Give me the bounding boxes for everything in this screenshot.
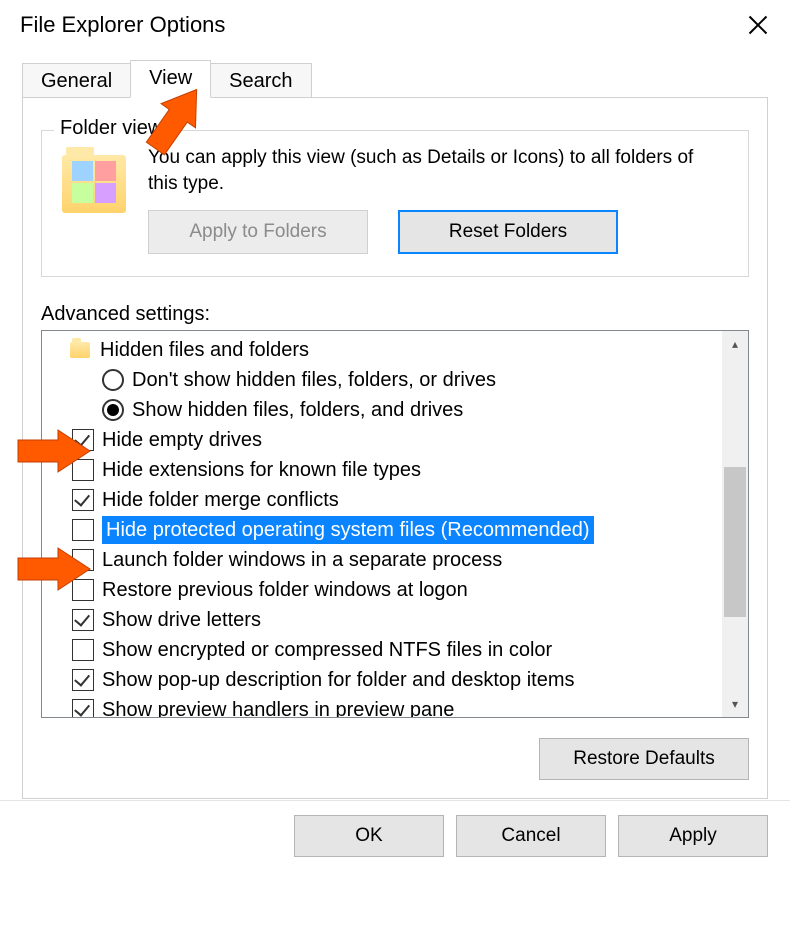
tree-item-label: Show pop-up description for folder and d…	[102, 666, 575, 694]
scroll-up-icon[interactable]: ▴	[722, 331, 748, 357]
tab-view[interactable]: View	[130, 60, 211, 98]
tree-item-label: Launch folder windows in a separate proc…	[102, 546, 502, 574]
tree-heading-hidden-files: Hidden files and folders	[42, 335, 722, 365]
apply-button[interactable]: Apply	[618, 815, 768, 857]
radio-dont-show-hidden[interactable]: Don't show hidden files, folders, or dri…	[42, 365, 722, 395]
tree-checkbox-item[interactable]: Hide empty drives	[42, 425, 722, 455]
scrollbar[interactable]: ▴ ▾	[722, 331, 748, 717]
tree-checkbox-item[interactable]: Show encrypted or compressed NTFS files …	[42, 635, 722, 665]
tree-item-label: Hide extensions for known file types	[102, 456, 421, 484]
tree-checkbox-item[interactable]: Hide extensions for known file types	[42, 455, 722, 485]
folder-icon	[70, 342, 90, 358]
tree-checkbox-item[interactable]: Show drive letters	[42, 605, 722, 635]
tree-checkbox-item[interactable]: Show pop-up description for folder and d…	[42, 665, 722, 695]
checkbox-icon	[72, 459, 94, 481]
tree-viewport: Hidden files and folders Don't show hidd…	[42, 331, 722, 717]
scroll-down-icon[interactable]: ▾	[722, 691, 748, 717]
tree-checkbox-item[interactable]: Restore previous folder windows at logon	[42, 575, 722, 605]
advanced-settings-tree[interactable]: Hidden files and folders Don't show hidd…	[41, 330, 749, 718]
tree-item-label: Hide empty drives	[102, 426, 262, 454]
tab-panel-view: Folder views You can apply this view (su…	[22, 97, 768, 799]
tree-checkbox-item[interactable]: Hide protected operating system files (R…	[42, 515, 722, 545]
close-icon[interactable]	[746, 13, 770, 37]
titlebar: File Explorer Options	[0, 0, 790, 58]
checkbox-icon	[72, 609, 94, 631]
checkbox-icon	[72, 639, 94, 661]
radio-show-hidden[interactable]: Show hidden files, folders, and drives	[42, 395, 722, 425]
window-title: File Explorer Options	[20, 12, 225, 38]
radio-icon	[102, 369, 124, 391]
dialog-buttons: OK Cancel Apply	[0, 800, 790, 871]
folder-views-group: Folder views You can apply this view (su…	[41, 130, 749, 277]
checkbox-icon	[72, 519, 94, 541]
radio-icon	[102, 399, 124, 421]
tab-search[interactable]: Search	[210, 63, 311, 100]
advanced-settings-label: Advanced settings:	[41, 303, 749, 326]
checkbox-icon	[72, 549, 94, 571]
tab-general[interactable]: General	[22, 63, 131, 100]
tree-item-label: Hide folder merge conflicts	[102, 486, 339, 514]
tree-checkbox-item[interactable]: Show preview handlers in preview pane	[42, 695, 722, 717]
tree-item-label: Show encrypted or compressed NTFS files …	[102, 636, 552, 664]
scroll-track[interactable]	[722, 357, 748, 691]
restore-defaults-button[interactable]: Restore Defaults	[539, 738, 749, 780]
folder-icon	[62, 155, 126, 213]
checkbox-icon	[72, 579, 94, 601]
checkbox-icon	[72, 489, 94, 511]
tree-item-label: Restore previous folder windows at logon	[102, 576, 468, 604]
reset-folders-button[interactable]: Reset Folders	[398, 210, 618, 254]
ok-button[interactable]: OK	[294, 815, 444, 857]
folder-views-text: You can apply this view (such as Details…	[148, 145, 728, 196]
tree-item-label: Show drive letters	[102, 606, 261, 634]
tab-strip: General View Search	[0, 58, 790, 98]
checkbox-icon	[72, 699, 94, 717]
tree-checkbox-item[interactable]: Launch folder windows in a separate proc…	[42, 545, 722, 575]
tree-item-label: Show preview handlers in preview pane	[102, 696, 454, 717]
cancel-button[interactable]: Cancel	[456, 815, 606, 857]
apply-to-folders-button: Apply to Folders	[148, 210, 368, 254]
scroll-thumb[interactable]	[724, 467, 746, 617]
checkbox-icon	[72, 429, 94, 451]
folder-views-legend: Folder views	[54, 117, 178, 140]
tree-item-label: Hide protected operating system files (R…	[102, 516, 594, 544]
tree-checkbox-item[interactable]: Hide folder merge conflicts	[42, 485, 722, 515]
checkbox-icon	[72, 669, 94, 691]
